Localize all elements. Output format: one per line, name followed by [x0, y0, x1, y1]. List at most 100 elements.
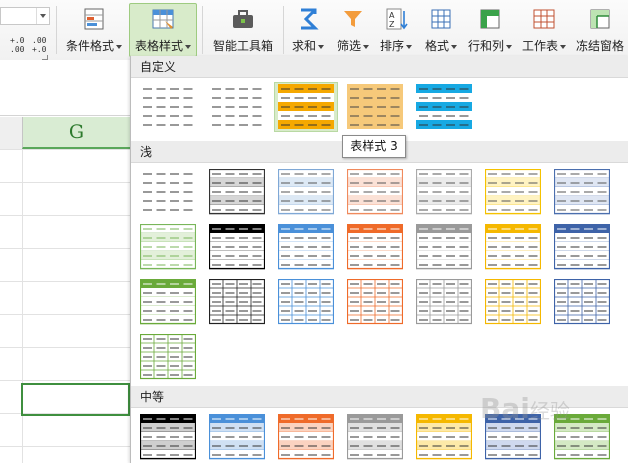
table-style-thumb[interactable]: [137, 278, 199, 326]
chevron-down-icon: [318, 44, 324, 49]
freeze-button[interactable]: 冻结窗格: [572, 3, 628, 57]
table-style-thumb[interactable]: [206, 223, 268, 271]
table-style-preview: [416, 279, 472, 325]
table-style-preview: [209, 414, 265, 460]
chevron-down-icon: [116, 44, 122, 49]
chevron-down-icon: [560, 44, 566, 49]
table-style-thumb[interactable]: [482, 223, 544, 271]
table-style-thumb[interactable]: [137, 333, 199, 381]
table-style-thumb[interactable]: [137, 413, 199, 461]
table-style-thumb[interactable]: [275, 168, 337, 216]
increase-decimal-button[interactable]: +.0.00: [10, 36, 24, 54]
table-style-thumb[interactable]: [274, 82, 338, 132]
table-style-preview: [209, 224, 265, 270]
table-style-thumb[interactable]: [206, 413, 268, 461]
table-style-thumb[interactable]: [275, 278, 337, 326]
conditional-format-button[interactable]: 条件格式: [60, 3, 128, 57]
baidu-watermark: Bai经验: [480, 392, 570, 425]
table-style-preview: [554, 224, 610, 270]
table-style-preview: [209, 279, 265, 325]
sort-button[interactable]: A Z 排序: [377, 3, 415, 57]
table-style-preview: [416, 84, 472, 129]
formula-bar-area[interactable]: [0, 60, 130, 116]
table-style-label: 表格样式: [130, 37, 196, 54]
table-style-preview: [347, 224, 403, 270]
table-style-thumb[interactable]: [413, 278, 475, 326]
ribbon-separator: [202, 6, 203, 54]
table-style-preview: [416, 224, 472, 270]
table-style-thumb[interactable]: [482, 278, 544, 326]
table-style-preview: [347, 414, 403, 460]
table-style-preview: [278, 84, 334, 129]
table-style-thumb[interactable]: [344, 278, 406, 326]
chevron-down-icon: [451, 44, 457, 49]
table-style-thumb[interactable]: [137, 168, 199, 216]
sum-button[interactable]: 求和: [288, 3, 328, 57]
svg-text:A: A: [389, 11, 395, 20]
row-col-label: 行和列: [467, 37, 513, 54]
table-style-thumb[interactable]: [551, 168, 613, 216]
chevron-down-icon[interactable]: [36, 8, 49, 24]
worksheet-button[interactable]: 工作表: [520, 3, 568, 57]
smart-toolbox-button[interactable]: 智能工具箱: [207, 3, 279, 57]
table-style-thumb[interactable]: [413, 223, 475, 271]
table-style-thumb[interactable]: [482, 168, 544, 216]
chevron-down-icon: [406, 44, 412, 49]
freeze-label: 冻结窗格: [575, 39, 624, 53]
table-style-button[interactable]: 表格样式: [129, 3, 197, 57]
sort-label: 排序: [378, 37, 414, 54]
format-icon: [431, 9, 451, 29]
table-style-thumb[interactable]: [275, 223, 337, 271]
table-style-preview: [416, 414, 472, 460]
column-header-row: G: [0, 117, 130, 150]
table-style-thumb[interactable]: [206, 278, 268, 326]
sum-label: 求和: [289, 37, 327, 54]
table-style-thumb[interactable]: [206, 83, 268, 131]
table-style-preview: [278, 279, 334, 325]
column-header-g[interactable]: G: [22, 117, 130, 149]
table-style-preview: [209, 84, 265, 129]
table-style-preview: [485, 224, 541, 270]
table-style-thumb[interactable]: [137, 83, 199, 131]
selected-cell[interactable]: [21, 383, 130, 416]
conditional-format-icon: [84, 8, 104, 30]
table-style-thumb[interactable]: [344, 83, 406, 131]
chevron-down-icon: [185, 44, 191, 49]
table-style-preview: [278, 224, 334, 270]
table-style-thumb[interactable]: [275, 413, 337, 461]
table-style-preview: [278, 169, 334, 215]
format-button[interactable]: 格式: [420, 3, 462, 57]
table-style-thumb[interactable]: [206, 168, 268, 216]
ribbon-toolbar: +.0.00 .00 +.0 条件格式 表格样式 智能工具箱 求和 筛选 A Z 排序 格式 行和列…: [0, 0, 628, 61]
number-format-select[interactable]: [0, 7, 50, 25]
section-header: 自定义: [131, 56, 628, 78]
table-style-preview: [347, 169, 403, 215]
table-style-thumb[interactable]: [344, 413, 406, 461]
table-style-preview: [140, 224, 196, 270]
filter-button[interactable]: 筛选: [333, 3, 373, 57]
table-style-preview: [347, 84, 403, 129]
table-style-preview: [209, 169, 265, 215]
gridline: [0, 149, 130, 150]
gridline: [0, 347, 130, 348]
gridline: [0, 182, 130, 183]
conditional-format-label: 条件格式: [61, 37, 127, 54]
table-style-preview: [416, 169, 472, 215]
table-style-thumb[interactable]: [413, 168, 475, 216]
toolbox-icon: [233, 10, 253, 28]
table-style-thumb[interactable]: [551, 223, 613, 271]
table-style-thumb[interactable]: [413, 413, 475, 461]
table-style-thumb[interactable]: [344, 223, 406, 271]
table-style-thumb[interactable]: [137, 223, 199, 271]
row-col-button[interactable]: 行和列: [466, 3, 514, 57]
table-style-thumb[interactable]: [344, 168, 406, 216]
table-style-preview: [140, 169, 196, 214]
table-style-preview: [140, 414, 196, 460]
table-style-preview: [347, 279, 403, 325]
gridline: [0, 314, 130, 315]
decrease-decimal-button[interactable]: .00 +.0: [32, 36, 46, 54]
table-style-thumb[interactable]: [413, 83, 475, 131]
style-tooltip: 表样式 3: [342, 135, 406, 158]
table-style-thumb[interactable]: [551, 278, 613, 326]
table-style-preview: [554, 169, 610, 215]
